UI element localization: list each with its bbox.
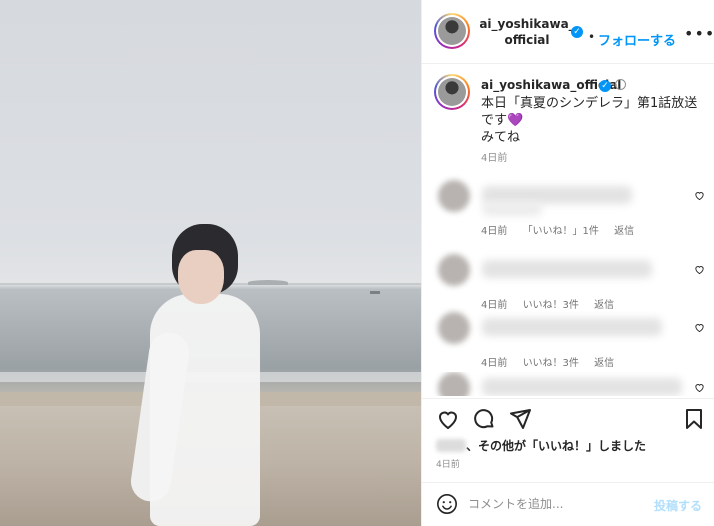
person-face bbox=[178, 250, 224, 304]
comment-like-count[interactable]: いいね！3件 bbox=[523, 300, 579, 311]
reply-button[interactable]: 返信 bbox=[594, 300, 614, 311]
reply-button[interactable]: 返信 bbox=[594, 358, 614, 369]
comment-input-row: 投稿する bbox=[422, 482, 714, 526]
caption-avatar[interactable] bbox=[434, 74, 470, 110]
verified-badge-icon: ✓ bbox=[599, 80, 611, 92]
caption-text: 本日「真夏のシンデレラ」第1話放送です💜 みてね bbox=[481, 95, 703, 146]
author-username[interactable]: ai_yoshikawa_official bbox=[478, 16, 576, 48]
commenter-avatar[interactable] bbox=[438, 312, 470, 344]
comment-item: 4日前 「いいね！」1件 返信 bbox=[422, 180, 714, 240]
share-icon[interactable] bbox=[508, 407, 532, 431]
heart-icon[interactable] bbox=[694, 190, 705, 201]
comment-item: 4日前 いいね！3件 返信 bbox=[422, 312, 714, 372]
likes-summary: 、その他が「いいね！」しました bbox=[436, 437, 646, 454]
comment-time: 4日前 bbox=[481, 358, 508, 369]
separator-dot: • bbox=[588, 30, 596, 44]
threads-icon[interactable] bbox=[615, 79, 626, 90]
distant-boat bbox=[370, 291, 380, 294]
post-actions: 、その他が「いいね！」しました 4日前 bbox=[422, 398, 714, 482]
comment-input[interactable] bbox=[468, 494, 648, 514]
commenter-avatar[interactable] bbox=[438, 180, 470, 212]
commenter-avatar[interactable] bbox=[438, 372, 470, 396]
comment-like-count[interactable]: いいね！3件 bbox=[523, 358, 579, 369]
heart-icon[interactable] bbox=[436, 407, 460, 431]
comment-meta: 4日前 いいね！3件 返信 bbox=[481, 354, 626, 369]
comment-meta: 4日前 いいね！3件 返信 bbox=[481, 296, 626, 311]
blurred-comment-text bbox=[482, 202, 542, 216]
caption-line-2: みてね bbox=[481, 130, 521, 145]
heart-icon[interactable] bbox=[694, 264, 705, 275]
heart-icon[interactable] bbox=[694, 322, 705, 333]
more-icon[interactable]: ••• bbox=[684, 24, 714, 43]
blurred-comment-text bbox=[482, 378, 682, 396]
post-header: ai_yoshikawa_official ✓ • フォローする ••• bbox=[422, 0, 714, 64]
post-side-panel: ai_yoshikawa_official ✓ • フォローする ••• ai_… bbox=[421, 0, 714, 526]
comment-meta: 4日前 「いいね！」1件 返信 bbox=[481, 222, 646, 237]
emoji-icon[interactable] bbox=[436, 493, 458, 515]
person-figure bbox=[120, 222, 290, 526]
person-body bbox=[150, 294, 260, 526]
verified-badge-icon: ✓ bbox=[571, 26, 583, 38]
comment-time: 4日前 bbox=[481, 300, 508, 311]
comment-like-count[interactable]: 「いいね！」1件 bbox=[523, 226, 599, 237]
caption-time: 4日前 bbox=[481, 153, 508, 164]
follow-button[interactable]: フォローする bbox=[598, 30, 676, 49]
comment-time: 4日前 bbox=[481, 226, 508, 237]
likes-text[interactable]: 、その他が「いいね！」しました bbox=[466, 439, 646, 453]
post-time: 4日前 bbox=[436, 460, 460, 470]
reply-button[interactable]: 返信 bbox=[614, 226, 634, 237]
purple-heart-emoji: 💜 bbox=[507, 113, 524, 128]
author-avatar[interactable] bbox=[434, 13, 470, 49]
comment-item bbox=[422, 372, 714, 396]
liker-username-blurred[interactable] bbox=[436, 439, 466, 452]
post-photo[interactable] bbox=[0, 0, 421, 526]
commenter-avatar[interactable] bbox=[438, 254, 470, 286]
post-caption: ai_yoshikawa_official ✓ 本日「真夏のシンデレラ」第1話放… bbox=[422, 64, 714, 172]
post-comment-button[interactable]: 投稿する bbox=[654, 497, 702, 514]
heart-icon[interactable] bbox=[694, 382, 705, 393]
comment-item: 4日前 いいね！3件 返信 bbox=[422, 254, 714, 314]
blurred-comment-text bbox=[482, 318, 662, 336]
comment-icon[interactable] bbox=[472, 407, 496, 431]
bookmark-icon[interactable] bbox=[682, 407, 706, 431]
blurred-comment-text bbox=[482, 260, 652, 278]
